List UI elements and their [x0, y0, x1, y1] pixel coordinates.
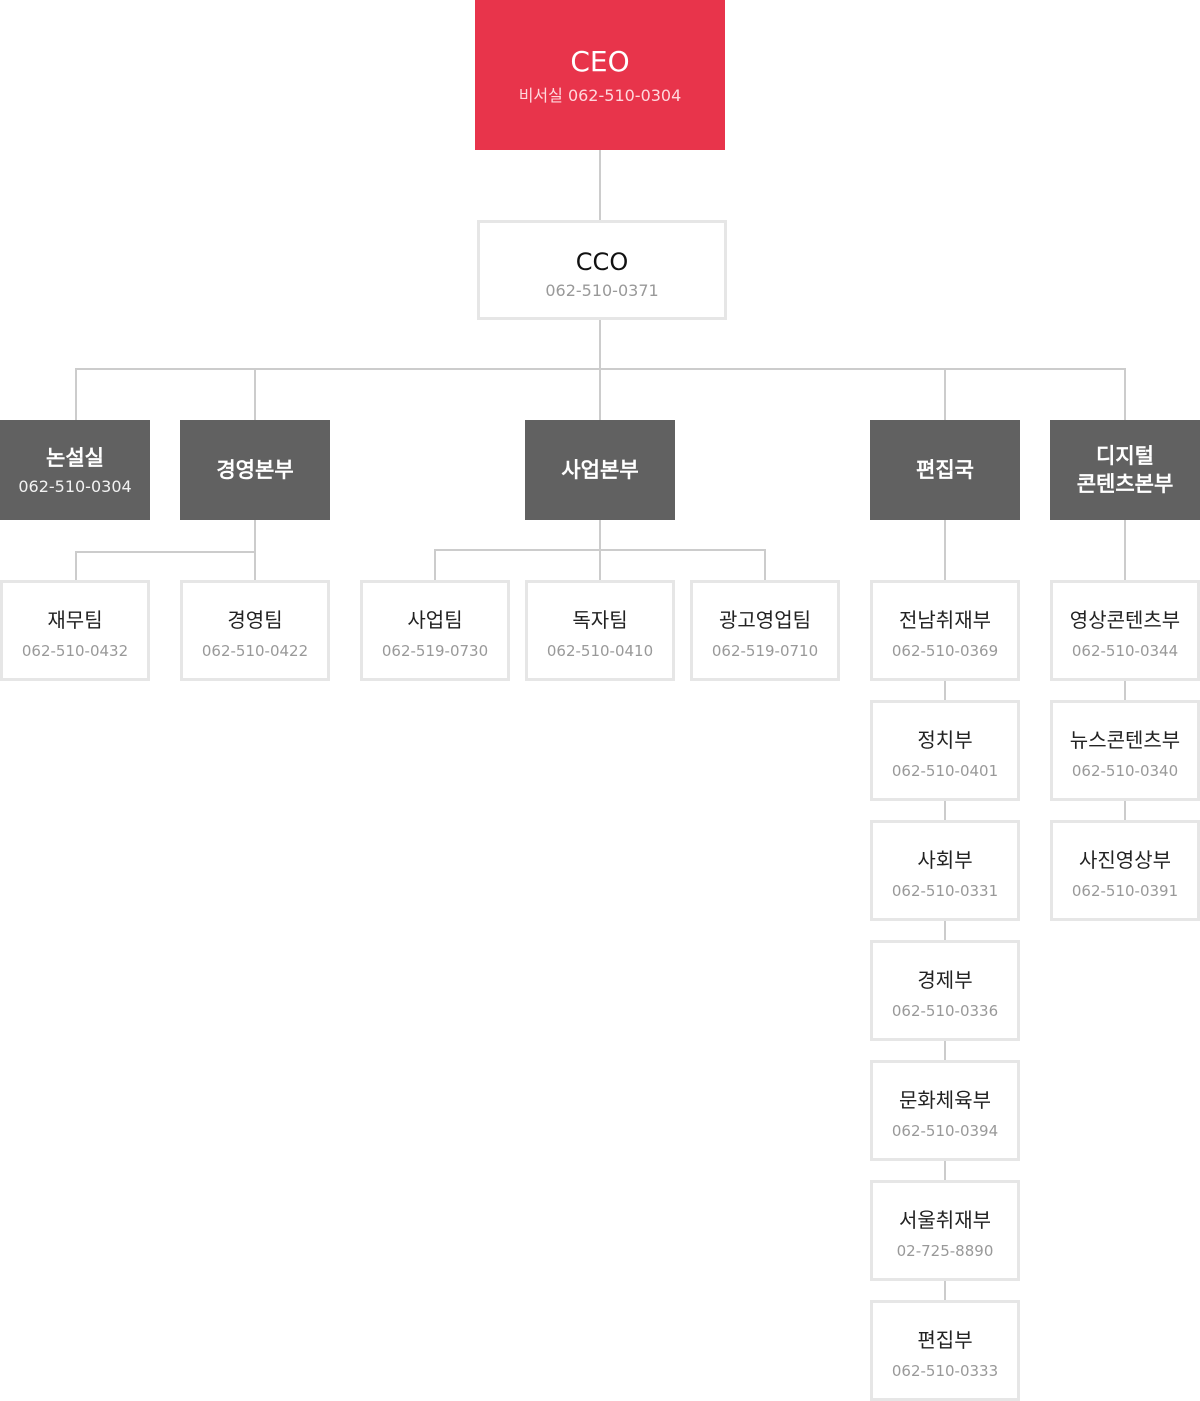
team-name: 전남취재부: [899, 608, 991, 632]
org-chart: CEO 비서실 062-510-0304 CCO 062-510-0371 논설…: [0, 0, 1200, 1401]
team-name: 경제부: [917, 968, 973, 992]
team-readers: 독자팀 062-510-0410: [525, 580, 675, 681]
dept-photo-video: 사진영상부 062-510-0391: [1050, 820, 1200, 921]
dept-video-content: 영상콘텐츠부 062-510-0344: [1050, 580, 1200, 681]
team-phone: 062-510-0344: [1071, 642, 1179, 660]
ceo-phone: 비서실 062-510-0304: [518, 86, 682, 105]
connector-to-ad-sales-team: [764, 549, 766, 582]
dept-culture-sports: 문화체육부 062-510-0394: [870, 1060, 1020, 1161]
team-name: 광고영업팀: [719, 608, 811, 632]
connector-to-management-team: [254, 551, 256, 582]
team-phone: 062-510-0391: [1071, 882, 1179, 900]
connector-to-management: [254, 368, 256, 420]
connector-to-editorial-board: [75, 368, 77, 420]
team-name: 독자팀: [572, 608, 628, 632]
team-phone: 062-510-0410: [546, 642, 654, 660]
ceo-title: CEO: [570, 45, 630, 78]
team-name: 사진영상부: [1079, 848, 1171, 872]
division-name: 사업본부: [561, 458, 639, 482]
division-name: 디지털 콘텐츠본부: [1076, 444, 1174, 496]
connector-to-readers-team: [599, 549, 601, 582]
cco-box: CCO 062-510-0371: [477, 220, 727, 320]
team-phone: 062-510-0401: [891, 762, 999, 780]
division-name: 논설실: [46, 445, 104, 470]
division-business: 사업본부: [525, 420, 675, 520]
team-name: 편집부: [917, 1328, 973, 1352]
division-name: 경영본부: [216, 458, 294, 482]
connector-cco-bus: [599, 318, 601, 369]
team-phone: 062-510-0340: [1071, 762, 1179, 780]
ceo-box: CEO 비서실 062-510-0304: [475, 0, 725, 150]
connector-to-business-team: [434, 549, 436, 582]
team-phone: 062-510-0331: [891, 882, 999, 900]
connector-management-down: [254, 520, 256, 552]
connector-to-business: [599, 368, 601, 420]
team-phone: 062-519-0730: [381, 642, 489, 660]
team-name: 사회부: [917, 848, 973, 872]
connector-to-editorial: [944, 368, 946, 420]
team-phone: 062-510-0394: [891, 1122, 999, 1140]
team-phone: 062-510-0369: [891, 642, 999, 660]
team-name: 영상콘텐츠부: [1069, 608, 1181, 632]
division-name: 편집국: [916, 458, 974, 482]
connector-ceo-cco: [599, 150, 601, 222]
team-phone: 02-725-8890: [896, 1242, 994, 1260]
division-management: 경영본부: [180, 420, 330, 520]
team-name: 뉴스콘텐츠부: [1069, 728, 1181, 752]
dept-politics: 정치부 062-510-0401: [870, 700, 1020, 801]
team-phone: 062-510-0432: [21, 642, 129, 660]
dept-economy: 경제부 062-510-0336: [870, 940, 1020, 1041]
team-ad-sales: 광고영업팀 062-519-0710: [690, 580, 840, 681]
connector-business-down: [599, 520, 601, 550]
team-business: 사업팀 062-519-0730: [360, 580, 510, 681]
dept-seoul-news: 서울취재부 02-725-8890: [870, 1180, 1020, 1281]
division-editorial: 편집국: [870, 420, 1020, 520]
cco-phone: 062-510-0371: [545, 281, 659, 300]
division-phone: 062-510-0304: [18, 476, 132, 496]
cco-title: CCO: [575, 248, 629, 276]
team-management: 경영팀 062-510-0422: [180, 580, 330, 681]
team-phone: 062-510-0333: [891, 1362, 999, 1380]
dept-jeonnam-news: 전남취재부 062-510-0369: [870, 580, 1020, 681]
division-editorial-board: 논설실 062-510-0304: [0, 420, 150, 520]
division-digital-content: 디지털 콘텐츠본부: [1050, 420, 1200, 520]
dept-editing: 편집부 062-510-0333: [870, 1300, 1020, 1401]
team-name: 서울취재부: [899, 1208, 991, 1232]
team-phone: 062-519-0710: [711, 642, 819, 660]
team-phone: 062-510-0336: [891, 1002, 999, 1020]
connector-to-finance-team: [75, 551, 77, 582]
team-phone: 062-510-0422: [201, 642, 309, 660]
team-name: 정치부: [917, 728, 973, 752]
dept-society: 사회부 062-510-0331: [870, 820, 1020, 921]
team-name: 재무팀: [47, 608, 103, 632]
dept-news-content: 뉴스콘텐츠부 062-510-0340: [1050, 700, 1200, 801]
team-finance: 재무팀 062-510-0432: [0, 580, 150, 681]
connector-to-digital: [1124, 368, 1126, 420]
team-name: 사업팀: [407, 608, 463, 632]
connector-management-bus: [75, 551, 256, 553]
team-name: 경영팀: [227, 608, 283, 632]
team-name: 문화체육부: [899, 1088, 991, 1112]
